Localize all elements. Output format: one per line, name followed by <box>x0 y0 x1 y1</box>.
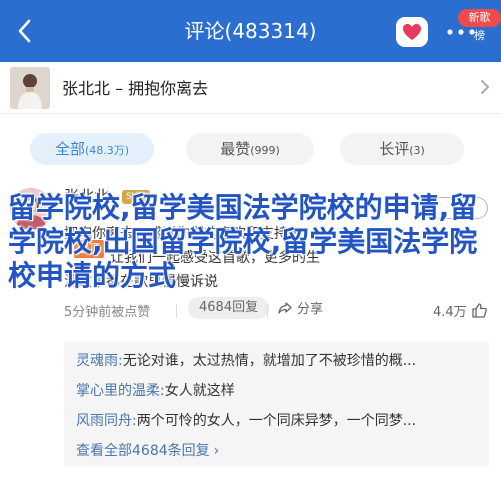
tab-label: 全部 <box>54 140 85 158</box>
comment-time: 5分钟前被点赞 <box>64 305 151 320</box>
song-title: 张北北 – 拥抱你离去 <box>62 79 209 98</box>
tab-all[interactable]: 全部(48.3万) <box>30 133 154 165</box>
reply-item[interactable]: 掌心里的温柔:女人就这样 <box>76 380 476 400</box>
share-button[interactable]: 分享 <box>277 298 323 317</box>
comment-tabs: 全部(48.3万) 最赞(999) 长评(3) <box>0 115 501 177</box>
like-count: 4.4万 <box>433 305 467 320</box>
reply-text: 两个可怜的女人，一个同床异梦，一个同梦... <box>136 413 417 429</box>
replies-panel: 灵魂雨:无论对谁，太过热情，就增加了不被珍惜的概... 掌心里的温柔:女人就这样… <box>64 341 489 467</box>
reply-text: 无论对谁，太过热情，就增加了不被珍惜的概... <box>122 353 417 369</box>
heart-chat-icon <box>403 24 421 40</box>
overlay-caption: 留学院校,留学美国法学院校的申请,留学院校,出国留学院校,留学美国法学院校申请的… <box>8 191 478 292</box>
thumbs-up-icon <box>472 303 487 318</box>
reply-item[interactable]: 风雨同舟:两个可怜的女人，一个同床异梦，一个同梦... <box>76 410 476 430</box>
reply-item[interactable]: 灵魂雨:无论对谁，太过热情，就增加了不被珍惜的概... <box>76 350 476 370</box>
new-songs-badge[interactable]: 新歌榜 <box>458 9 501 42</box>
tab-long-reviews[interactable]: 长评(3) <box>340 133 464 165</box>
divider <box>267 304 268 318</box>
tab-label: 最赞 <box>220 140 251 158</box>
artist-photo-icon <box>10 67 50 109</box>
tab-count: (3) <box>409 144 425 157</box>
divider <box>176 304 177 318</box>
top-bar: 评论(483314) 新歌榜 <box>0 0 501 62</box>
reply-text: 女人就这样 <box>164 383 235 399</box>
song-row[interactable]: 张北北 – 拥抱你离去 <box>0 62 501 114</box>
tab-count: (999) <box>250 144 280 157</box>
tab-label: 长评 <box>379 140 410 158</box>
share-label: 分享 <box>297 302 324 317</box>
reply-user[interactable]: 风雨同舟: <box>76 413 137 429</box>
favorite-button[interactable] <box>396 17 428 47</box>
share-icon <box>278 302 292 314</box>
like-button[interactable]: 4.4万 <box>433 301 488 320</box>
reply-count-button[interactable]: 4684回复 <box>188 297 270 319</box>
comment-actions: 5分钟前被点赞 4684回复 分享 4.4万 <box>0 296 501 326</box>
view-all-replies-link[interactable]: 查看全部4684条回复 › <box>76 440 219 460</box>
reply-user[interactable]: 掌心里的温柔: <box>76 383 165 399</box>
tab-count: (48.3万) <box>84 144 130 157</box>
chevron-right-icon <box>481 80 489 94</box>
song-cover <box>10 67 50 109</box>
view-all-label: 查看全部4684条回复 <box>76 443 210 459</box>
reply-user[interactable]: 灵魂雨: <box>76 353 123 369</box>
chevron-right-icon: › <box>213 443 220 459</box>
tab-most-liked[interactable]: 最赞(999) <box>186 133 314 165</box>
